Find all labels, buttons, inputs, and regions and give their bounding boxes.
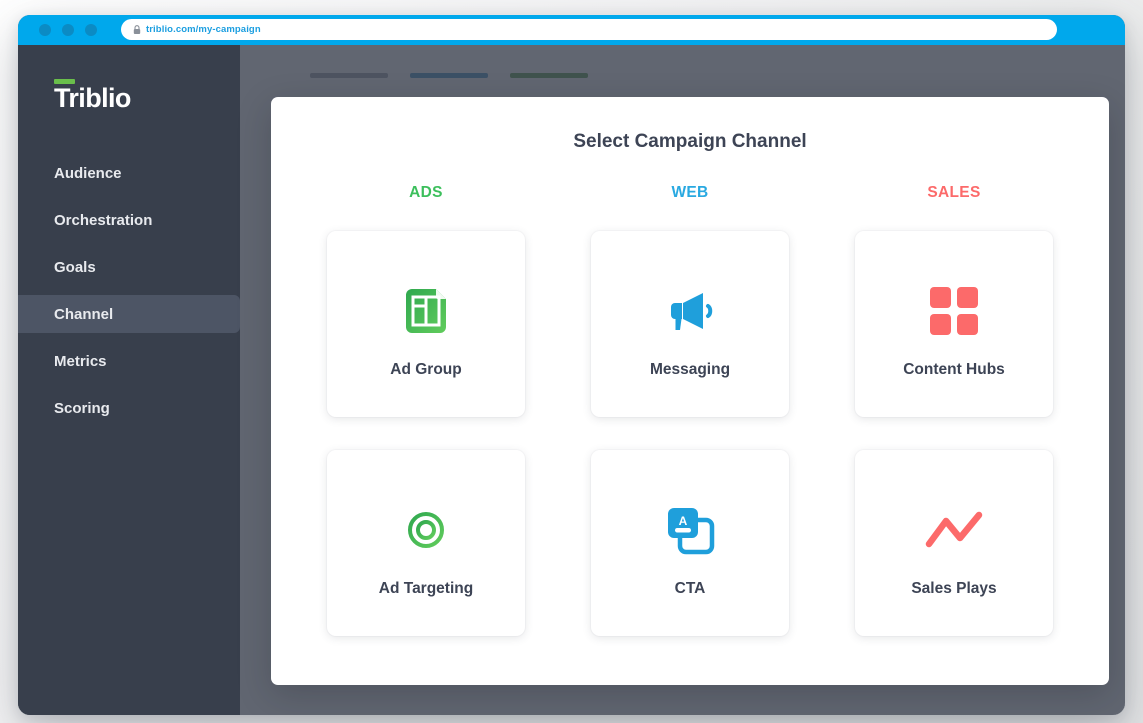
card-label: Content Hubs (903, 361, 1005, 378)
app-logo[interactable]: Triblio (18, 79, 131, 113)
card-label: CTA (674, 580, 706, 597)
card-label: Ad Targeting (378, 580, 474, 597)
sidebar-item-orchestration[interactable]: Orchestration (18, 201, 240, 239)
grid-squares-icon (929, 269, 979, 353)
card-label: Ad Group (390, 361, 462, 378)
channel-card-messaging[interactable]: Messaging (591, 231, 789, 417)
browser-viewport: Triblio Audience Orchestration Goals Cha… (18, 45, 1125, 715)
lock-icon (133, 24, 141, 35)
sidebar: Triblio Audience Orchestration Goals Cha… (18, 45, 240, 715)
close-dot-icon[interactable] (39, 24, 51, 36)
column-header-sales: SALES (927, 184, 981, 201)
sidebar-item-goals[interactable]: Goals (18, 248, 240, 286)
card-label: Sales Plays (911, 580, 997, 597)
select-channel-modal: Select Campaign Channel ADS WEB SALES Ad… (271, 97, 1109, 685)
minimize-dot-icon[interactable] (62, 24, 74, 36)
ad-group-icon (400, 269, 452, 353)
megaphone-icon (663, 269, 717, 353)
channel-card-cta[interactable]: A CTA (591, 450, 789, 636)
browser-window: triblio.com/my-campaign Triblio Audience… (18, 15, 1125, 715)
channel-card-ad-group[interactable]: Ad Group (327, 231, 525, 417)
sidebar-item-label: Metrics (54, 352, 107, 370)
sidebar-item-label: Audience (54, 164, 122, 182)
channel-card-sales-plays[interactable]: Sales Plays (855, 450, 1053, 636)
column-header-web: WEB (671, 184, 709, 201)
browser-titlebar: triblio.com/my-campaign (18, 15, 1125, 45)
sidebar-item-metrics[interactable]: Metrics (18, 342, 240, 380)
maximize-dot-icon[interactable] (85, 24, 97, 36)
trend-line-icon (925, 488, 983, 572)
crosshair-icon (400, 488, 452, 572)
sidebar-item-label: Scoring (54, 399, 110, 417)
sidebar-item-label: Goals (54, 258, 96, 276)
sidebar-item-label: Channel (54, 305, 114, 323)
cards-stack-icon: A (665, 488, 715, 572)
svg-text:A: A (679, 514, 688, 528)
window-controls[interactable] (39, 24, 97, 36)
card-label: Messaging (649, 361, 731, 378)
channel-card-ad-targeting[interactable]: Ad Targeting (327, 450, 525, 636)
column-header-ads: ADS (409, 184, 443, 201)
sidebar-item-channel[interactable]: Channel (18, 295, 240, 333)
address-bar[interactable]: triblio.com/my-campaign (121, 19, 1057, 40)
logo-accent-bar-icon (54, 79, 75, 84)
logo-text: Triblio (54, 83, 131, 113)
modal-title: Select Campaign Channel (573, 131, 807, 152)
sidebar-item-scoring[interactable]: Scoring (18, 389, 240, 427)
sidebar-item-label: Orchestration (54, 211, 153, 229)
sidebar-item-audience[interactable]: Audience (18, 154, 240, 192)
url-text: triblio.com/my-campaign (146, 24, 261, 35)
channel-card-content-hubs[interactable]: Content Hubs (855, 231, 1053, 417)
channel-grid: ADS WEB SALES Ad Group Messaging Content… (327, 184, 1053, 636)
